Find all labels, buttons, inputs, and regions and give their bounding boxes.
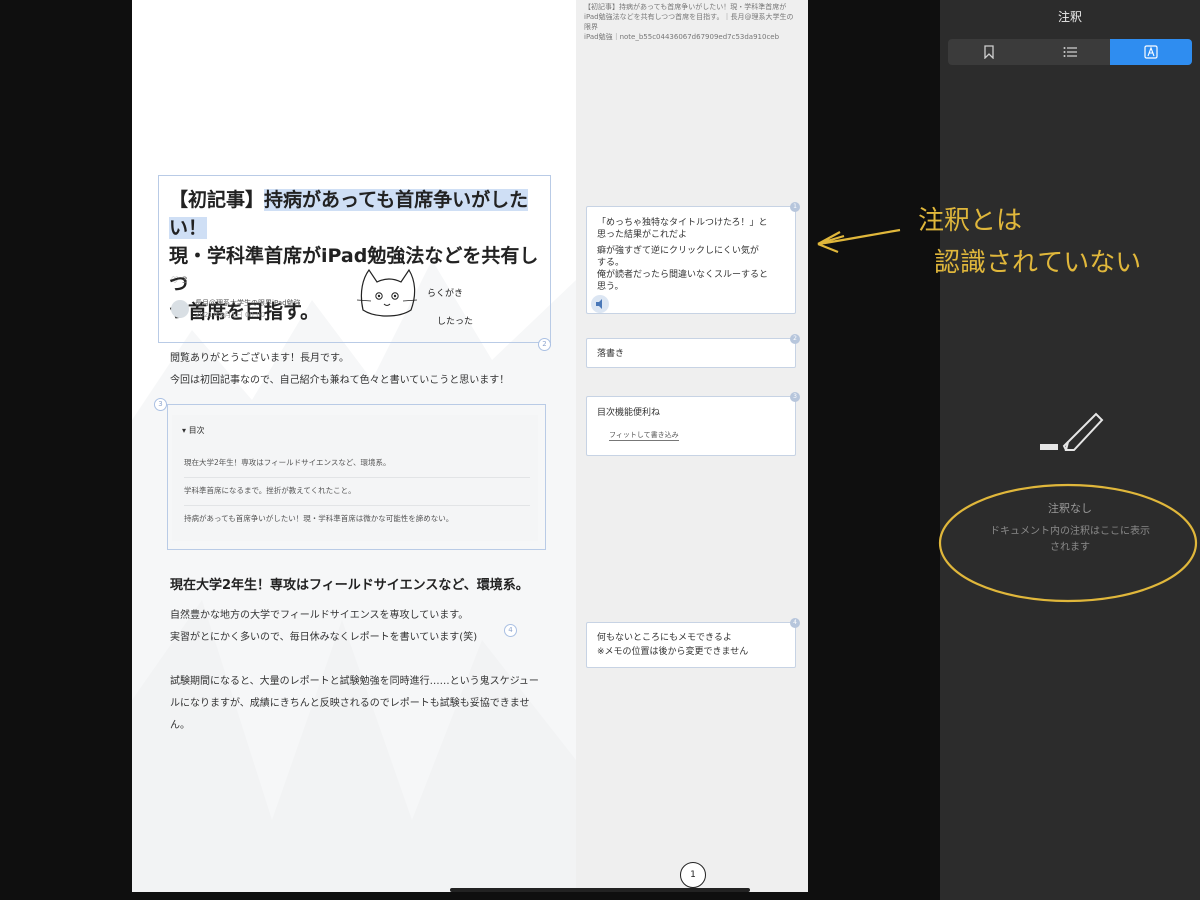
handwritten-note-line-2: 認識されていない	[934, 248, 1142, 278]
handwritten-markup-overlay	[817, 228, 1198, 603]
home-indicator	[450, 888, 750, 892]
handwritten-note-line-1: 注釈とは	[918, 206, 1023, 236]
empty-state-circle	[938, 483, 1198, 603]
